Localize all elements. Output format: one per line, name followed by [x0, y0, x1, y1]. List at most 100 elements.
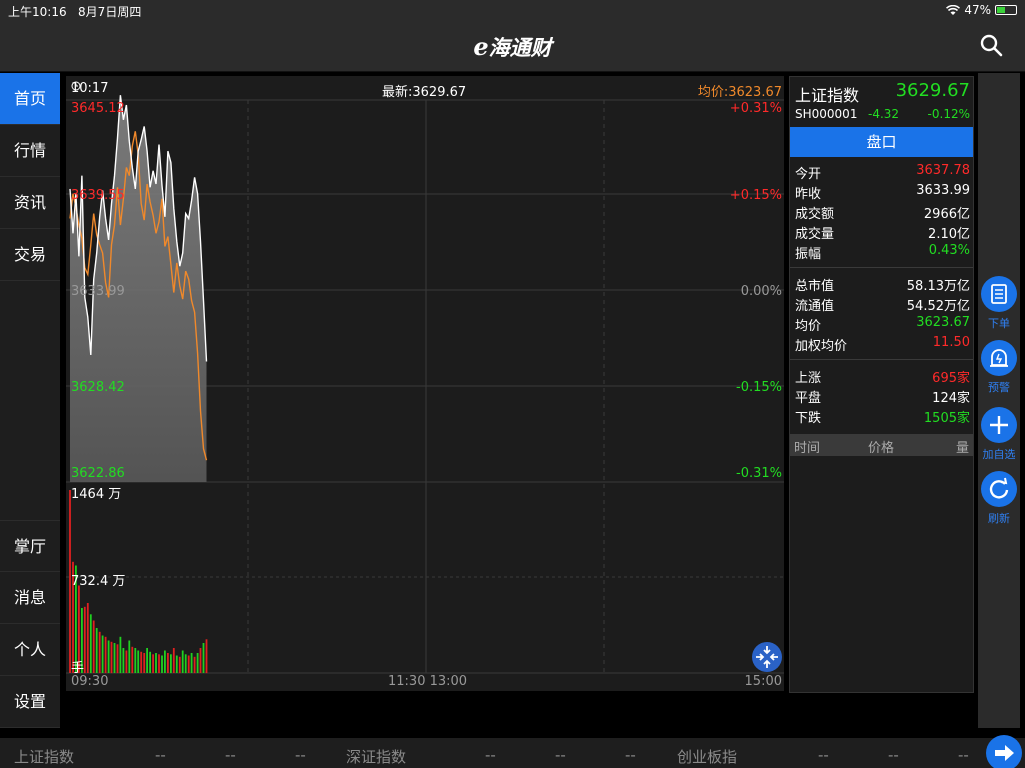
- left-nav: 首页 行情 资讯 交易 掌厅 消息 个人 设置: [0, 73, 60, 728]
- intraday-chart[interactable]: 10:17 最新:3629.67 均价:3623.67 3645.12 3639…: [66, 76, 784, 691]
- tab-pankou[interactable]: 盘口: [790, 127, 973, 157]
- volume-bar: [190, 653, 193, 673]
- ticker-value: --: [225, 746, 236, 764]
- stat-key: 今开: [795, 167, 822, 182]
- app-header: e海通财: [0, 20, 1025, 72]
- stat-value: 2.10亿: [928, 227, 970, 242]
- battery-percent: 47%: [964, 3, 991, 17]
- stat-row: 昨收 3633.99: [795, 181, 970, 202]
- status-date: 8月7日周四: [78, 5, 142, 19]
- stat-key: 昨收: [795, 187, 822, 202]
- stat-value: 3637.78: [916, 163, 970, 178]
- volume-bar: [110, 641, 113, 674]
- volume-bar: [128, 640, 131, 673]
- nav-item-news[interactable]: 资讯: [0, 177, 60, 229]
- add-watchlist-button[interactable]: 加自选: [978, 407, 1020, 462]
- index-change: -4.32: [868, 107, 900, 121]
- volume-bar: [175, 655, 178, 673]
- expand-icon: [756, 646, 778, 668]
- y-label-right: -0.31%: [736, 466, 782, 481]
- volume-bar: [178, 656, 181, 674]
- battery-icon: [995, 5, 1017, 15]
- nav-item-market[interactable]: 行情: [0, 125, 60, 177]
- refresh-icon: [981, 471, 1017, 507]
- ticks-col-price: 价格: [868, 441, 895, 456]
- volume-bar: [89, 614, 92, 674]
- ticker-next-button[interactable]: [986, 735, 1022, 768]
- search-icon[interactable]: [979, 33, 1003, 57]
- action-column: 下单 预警 加自选 刷新: [978, 73, 1020, 728]
- stat-value: 58.13万亿: [906, 279, 970, 294]
- volume-bar: [161, 655, 163, 673]
- volume-bar: [187, 655, 190, 673]
- stat-value: 124家: [932, 391, 970, 406]
- volume-bar: [116, 644, 119, 674]
- stat-value: 11.50: [932, 335, 970, 350]
- logo-e: e: [473, 32, 489, 61]
- stat-key: 上涨: [795, 371, 822, 386]
- y-label-left: 3645.12: [71, 101, 125, 116]
- volume-bar: [184, 654, 187, 674]
- volume-bar: [113, 643, 116, 673]
- volume-bar: [131, 646, 134, 674]
- stat-row: 成交额 2966亿: [795, 201, 970, 222]
- fullscreen-button[interactable]: [752, 642, 782, 672]
- ticker-value: --: [888, 746, 899, 764]
- volume-bar: [134, 648, 137, 673]
- ticker-value: --: [958, 746, 969, 764]
- nav-item-personal[interactable]: 个人: [0, 624, 60, 676]
- x-label-start: 09:30: [71, 674, 109, 689]
- stat-key: 振幅: [795, 247, 822, 262]
- arrow-right-icon: [995, 745, 1014, 761]
- volume-bar: [92, 620, 95, 673]
- y-label-right: -0.15%: [736, 380, 782, 395]
- quote-panel: 上证指数 3629.67 SH000001 -4.32 -0.12% 盘口 今开…: [789, 76, 974, 693]
- stat-row: 上涨 695家: [795, 365, 970, 386]
- stat-key: 加权均价: [795, 339, 848, 354]
- x-label-end: 15:00: [744, 674, 782, 689]
- refresh-label: 刷新: [988, 512, 1010, 525]
- ticks-col-time: 时间: [794, 441, 821, 456]
- volume-bar: [122, 648, 125, 673]
- stat-key: 成交额: [795, 207, 835, 222]
- volume-bar: [146, 648, 148, 673]
- volume-bar: [205, 639, 208, 674]
- stat-key: 下跌: [795, 411, 822, 426]
- y-label-left: 3633.99: [71, 284, 125, 299]
- stat-row: 总市值 58.13万亿: [795, 273, 970, 294]
- plus-icon: [981, 407, 1017, 443]
- volume-label-max: 1464 万: [71, 487, 122, 502]
- order-button[interactable]: 下单: [978, 276, 1020, 331]
- nav-item-messages[interactable]: 消息: [0, 572, 60, 624]
- volume-bar: [193, 656, 196, 674]
- volume-bar: [172, 648, 175, 673]
- volume-bar: [143, 653, 146, 673]
- index-change-pct: -0.12%: [927, 107, 970, 121]
- volume-bar: [125, 650, 128, 673]
- volume-label-mid: 732.4 万: [71, 574, 126, 589]
- volume-bar: [104, 636, 107, 674]
- nav-item-hall[interactable]: 掌厅: [0, 520, 60, 572]
- chart-canvas: [66, 95, 784, 674]
- stat-row: 流通值 54.52万亿: [795, 293, 970, 314]
- stat-row: 加权均价 11.50: [795, 333, 970, 354]
- ticker-value: --: [295, 746, 306, 764]
- nav-item-home[interactable]: 首页: [0, 73, 60, 125]
- index-name: 上证指数: [795, 86, 860, 105]
- volume-bar: [95, 628, 98, 673]
- stat-key: 总市值: [795, 279, 835, 294]
- nav-item-trade[interactable]: 交易: [0, 229, 60, 281]
- stat-key: 成交量: [795, 227, 835, 242]
- volume-bar: [202, 643, 205, 673]
- alarm-button[interactable]: 预警: [978, 340, 1020, 395]
- ticks-table-header: 时间 价格 量: [790, 434, 973, 456]
- refresh-button[interactable]: 刷新: [978, 471, 1020, 526]
- y-label-left: 3628.42: [71, 380, 125, 395]
- nav-item-settings[interactable]: 设置: [0, 676, 60, 728]
- index-code: SH000001: [795, 107, 858, 121]
- divider: [790, 267, 973, 268]
- index-ticker[interactable]: 上证指数 -- -- -- 深证指数 -- -- -- 创业板指 -- -- -…: [0, 738, 1025, 768]
- stat-value: 0.43%: [928, 243, 970, 258]
- stat-key: 平盘: [795, 391, 822, 406]
- ticker-value: --: [818, 746, 829, 764]
